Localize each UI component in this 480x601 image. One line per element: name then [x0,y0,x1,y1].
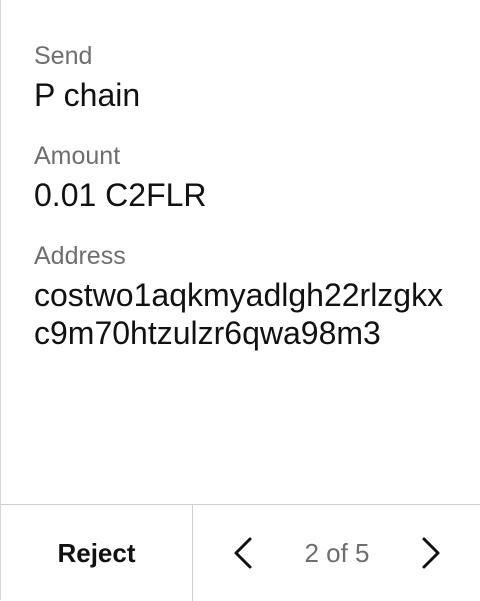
address-label: Address [34,242,126,270]
address-value: costwo1aqkmyadlgh22rlzgkxc9m70htzulzr6qw… [34,277,444,351]
review-screen: Send P chain Amount 0.01 C2FLR Address c… [0,0,480,601]
send-field: Send P chain [34,40,460,114]
footer-bar: Reject 2 of 5 [1,504,480,601]
address-field: Address costwo1aqkmyadlgh22rlzgkxc9m70ht… [34,240,460,352]
chevron-left-icon [234,537,252,569]
next-page-button[interactable] [411,533,451,573]
transaction-details: Send P chain Amount 0.01 C2FLR Address c… [34,40,460,378]
prev-page-button[interactable] [223,533,263,573]
amount-label: Amount [34,142,121,170]
chevron-right-icon [422,537,440,569]
amount-field: Amount 0.01 C2FLR [34,140,460,214]
page-indicator: 2 of 5 [304,537,370,568]
amount-value: 0.01 C2FLR [34,177,207,213]
reject-button[interactable]: Reject [1,505,193,601]
send-value: P chain [34,77,141,113]
pagination: 2 of 5 [193,505,480,601]
send-label: Send [34,42,93,70]
